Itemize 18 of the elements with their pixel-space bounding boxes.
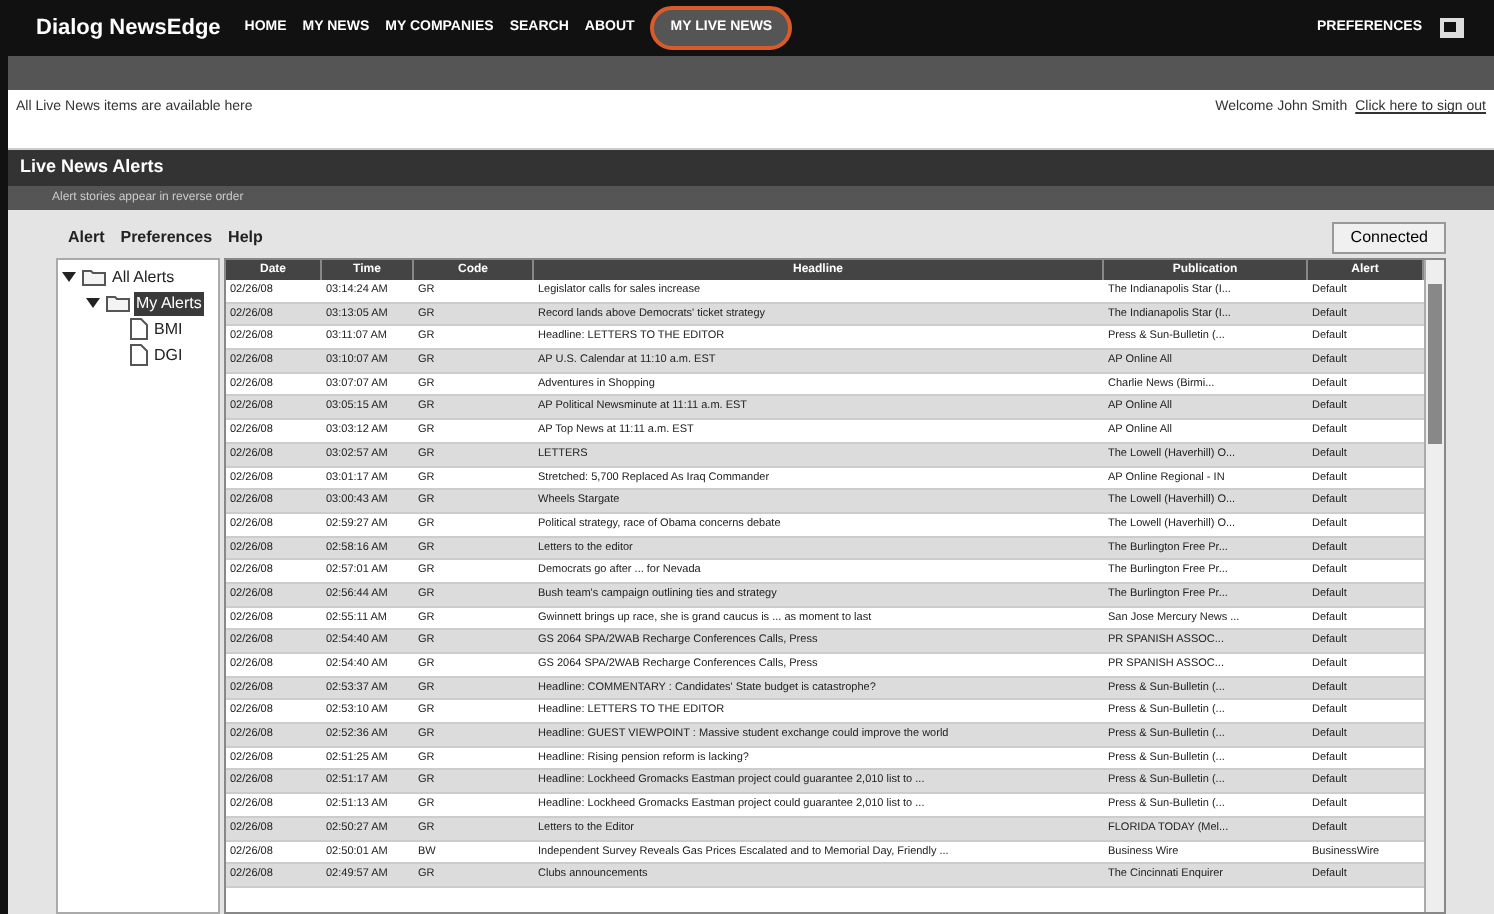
document-icon	[130, 318, 148, 340]
tree-item[interactable]: My Alerts	[134, 291, 204, 315]
expanded-icon[interactable]	[62, 270, 76, 284]
menu-item[interactable]: Help	[228, 226, 263, 250]
menu-item[interactable]: Alert	[68, 226, 105, 250]
tree-item[interactable]: BMI	[152, 317, 185, 341]
window-icon[interactable]	[1438, 16, 1466, 40]
folder-icon	[82, 268, 106, 286]
connected-button[interactable]: Connected	[1332, 222, 1446, 254]
tree-item[interactable]: All Alerts	[110, 265, 177, 289]
scrollbar[interactable]	[1424, 260, 1444, 912]
tree-item[interactable]: DGI	[152, 343, 185, 367]
document-icon	[130, 344, 148, 366]
logo: Dialog NewsEdge	[36, 13, 221, 44]
expanded-icon[interactable]	[86, 296, 100, 310]
folder-icon	[106, 294, 130, 312]
menu-item[interactable]: Preferences	[120, 226, 213, 250]
panel-title: Live News Alerts	[20, 154, 164, 181]
